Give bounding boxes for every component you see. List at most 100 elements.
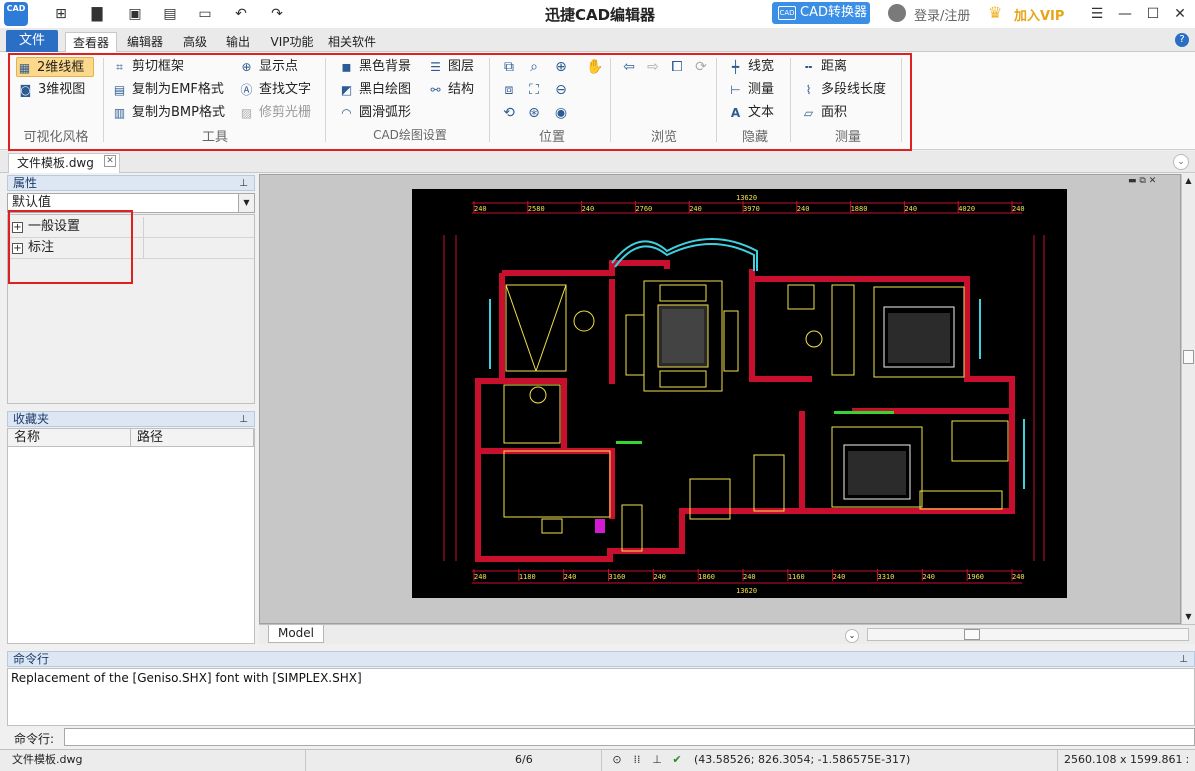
dimension-text: 240: [689, 205, 702, 213]
dimension-text: 2760: [635, 205, 652, 213]
command-input[interactable]: [64, 728, 1195, 746]
dropdown-arrow-icon[interactable]: ▼: [238, 194, 254, 212]
close-button[interactable]: ✕: [1167, 3, 1193, 25]
cad-drawing[interactable]: 13620 13620 240 2580 240 2760 240 3970 240 1880…: [412, 189, 1067, 598]
overall-dim-top: 13620: [736, 194, 757, 202]
vip-label: 加入VIP: [1014, 9, 1065, 24]
status-bar: 文件模板.dwg 6/6 ⊙ ⁞⁞ ⊥ ✔ (43.58526; 826.305…: [0, 749, 1195, 771]
document-tab-strip: 文件模板.dwg ✕ ⌄: [0, 151, 1195, 173]
properties-panel-header: 属性 ⊥: [7, 175, 255, 191]
new-file-icon[interactable]: ⊞: [52, 5, 70, 23]
converter-label: CAD转换器: [800, 5, 867, 20]
viewport-restore-icon[interactable]: ⧉: [1139, 176, 1145, 186]
favorites-title: 收藏夹: [13, 412, 50, 426]
dimension-text: 1160: [788, 573, 805, 581]
command-output: Replacement of the [Geniso.SHX] font wit…: [7, 668, 1195, 726]
dimension-text: 240: [582, 205, 595, 213]
user-avatar-icon: [888, 4, 906, 22]
app-logo-text: CAD: [6, 4, 26, 13]
tab-advanced[interactable]: 高级: [176, 32, 214, 52]
redo-icon[interactable]: ↷: [268, 5, 286, 23]
tab-output[interactable]: 输出: [220, 32, 256, 52]
layout-tab-strip: Model ⌄: [259, 624, 1195, 644]
floor-plan: 13620 13620 240 2580 240 2760 240 3970 240 1880…: [443, 194, 1045, 595]
properties-select-value: 默认值: [12, 195, 52, 210]
minimize-button[interactable]: —: [1112, 3, 1138, 25]
command-input-label: 命令行:: [14, 732, 55, 746]
tab-file[interactable]: 文件: [6, 30, 58, 52]
dimension-text: 240: [743, 573, 756, 581]
favorites-table: 名称 路径: [7, 428, 255, 644]
scroll-thumb[interactable]: [1183, 350, 1194, 364]
chevron-down-icon[interactable]: ⌄: [845, 629, 859, 643]
column-divider: [143, 217, 144, 237]
pin-icon[interactable]: ⊥: [239, 413, 248, 427]
print-icon[interactable]: ▭: [196, 5, 214, 23]
pin-icon[interactable]: ⊥: [1179, 653, 1188, 667]
export-pdf-icon[interactable]: ▤: [161, 5, 179, 23]
command-panel-title: 命令行: [13, 652, 50, 666]
viewport-window-controls: ▬ ⧉ ✕: [1128, 175, 1180, 187]
overall-dim-bottom: 13620: [736, 587, 757, 595]
tab-related-software[interactable]: 相关软件: [322, 32, 382, 52]
dimension-text: 240: [564, 573, 577, 581]
properties-highlight-box: [8, 210, 133, 284]
chevron-down-icon[interactable]: ⌄: [1173, 154, 1189, 170]
dimension-text: 240: [653, 573, 666, 581]
ortho-icon[interactable]: ⊥: [650, 753, 664, 767]
cad-converter-button[interactable]: CAD CAD转换器: [772, 2, 870, 24]
dimension-lines: [443, 202, 1045, 584]
favorites-panel-header: 收藏夹 ⊥: [7, 411, 255, 427]
scroll-up-icon[interactable]: ▲: [1182, 174, 1195, 187]
login-register-link[interactable]: 登录/注册: [888, 4, 971, 24]
pin-icon[interactable]: ⊥: [239, 177, 248, 191]
app-logo: CAD: [4, 2, 28, 26]
dimension-text: 1880: [851, 205, 868, 213]
scroll-thumb[interactable]: [964, 629, 980, 640]
properties-title: 属性: [13, 176, 38, 190]
converter-tag-icon: CAD: [778, 6, 796, 20]
dimension-text: 1960: [967, 573, 984, 581]
dimension-text: 240: [833, 573, 846, 581]
column-header-path[interactable]: 路径: [131, 429, 254, 447]
snap-icon[interactable]: ⊙: [610, 753, 624, 767]
dimension-text: 3970: [743, 205, 760, 213]
dimension-text: 3160: [609, 573, 626, 581]
column-header-name[interactable]: 名称: [8, 429, 131, 447]
ribbon-tab-bar: 文件 查看器 编辑器 高级 输出 VIP功能 相关软件 ?: [0, 28, 1195, 52]
dimension-text: 240: [922, 573, 935, 581]
open-folder-icon[interactable]: ▇: [88, 5, 106, 23]
status-page-count: 6/6: [509, 750, 602, 771]
check-icon[interactable]: ✔: [670, 753, 684, 767]
dimension-text: 240: [797, 205, 810, 213]
model-tab[interactable]: Model: [268, 625, 324, 643]
maximize-button[interactable]: ☐: [1140, 3, 1166, 25]
horizontal-scrollbar[interactable]: [867, 628, 1189, 641]
close-tab-icon[interactable]: ✕: [104, 155, 116, 167]
viewport-close-icon[interactable]: ✕: [1149, 176, 1157, 186]
tab-viewer[interactable]: 查看器: [65, 32, 117, 52]
join-vip-link[interactable]: ♛ 加入VIP: [988, 3, 1065, 24]
vertical-scrollbar[interactable]: ▲ ▼: [1181, 174, 1195, 624]
tab-editor[interactable]: 编辑器: [120, 32, 170, 52]
viewport-minimize-icon[interactable]: ▬: [1128, 176, 1137, 186]
scroll-down-icon[interactable]: ▼: [1182, 610, 1195, 623]
ribbon-highlight-box: [8, 53, 912, 151]
save-icon[interactable]: ▣: [126, 5, 144, 23]
tab-vip[interactable]: VIP功能: [262, 32, 322, 52]
login-label: 登录/注册: [914, 9, 971, 24]
dimension-text: 240: [904, 205, 917, 213]
crown-icon: ♛: [988, 3, 1003, 22]
undo-icon[interactable]: ↶: [232, 5, 250, 23]
dimension-text: 240: [474, 205, 487, 213]
dimension-text: 240: [474, 573, 487, 581]
status-file-name: 文件模板.dwg: [6, 750, 306, 771]
command-panel-header: 命令行 ⊥: [7, 651, 1195, 667]
status-drawing-size: 2560.108 x 1599.861 x 0: [1064, 753, 1188, 766]
help-icon[interactable]: ?: [1175, 33, 1189, 47]
dimension-text: 4020: [958, 205, 975, 213]
document-tab-label: 文件模板.dwg: [17, 156, 94, 170]
menu-icon[interactable]: ☰: [1084, 3, 1110, 25]
grid-icon[interactable]: ⁞⁞: [630, 753, 644, 767]
title-bar: CAD ⊞ ▇ ▣ ▤ ▭ ↶ ↷ 迅捷CAD编辑器 CAD CAD转换器 登录…: [0, 0, 1195, 28]
